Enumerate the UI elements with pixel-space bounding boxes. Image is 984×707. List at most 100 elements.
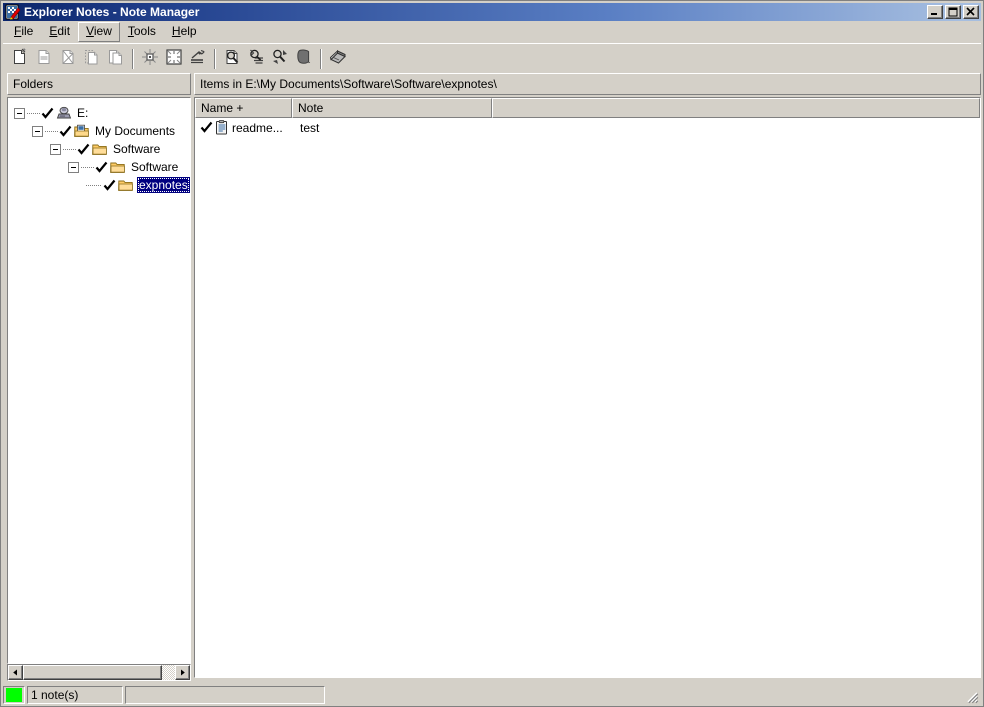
toolbar <box>3 43 981 73</box>
menu-file[interactable]: File <box>6 22 41 42</box>
edit-note-icon <box>35 48 53 69</box>
paste-note-button[interactable] <box>104 47 128 71</box>
find-next-button[interactable] <box>244 47 268 71</box>
notes-button[interactable] <box>292 47 316 71</box>
tree-item-software-2[interactable]: Software <box>14 158 190 176</box>
separator-1 <box>132 48 134 69</box>
menu-tools[interactable]: Tools <box>120 22 164 42</box>
tree-item-label-selected: expnotes <box>137 177 190 193</box>
help-button[interactable] <box>326 47 350 71</box>
folder-open-icon <box>92 142 108 156</box>
menu-help[interactable]: Help <box>164 22 205 42</box>
column-header-name[interactable]: Name + <box>195 98 292 118</box>
note-blob-icon <box>295 48 313 69</box>
checkmark-icon <box>77 143 90 156</box>
checkmark-icon <box>59 125 72 138</box>
column-header-note[interactable]: Note <box>292 98 492 118</box>
new-note-button[interactable] <box>8 47 32 71</box>
folders-panel-header: Folders <box>7 73 191 95</box>
tree-item-expnotes[interactable]: expnotes <box>14 176 190 194</box>
properties-button[interactable] <box>186 47 210 71</box>
scroll-track[interactable] <box>23 665 175 680</box>
tree-line <box>27 112 40 114</box>
cell-name-text: readme... <box>232 120 283 135</box>
find-button[interactable] <box>220 47 244 71</box>
book-help-icon <box>329 48 347 69</box>
checkmark-icon <box>41 107 54 120</box>
tree-item-label: Software <box>113 142 161 156</box>
find-in-list-icon <box>247 48 265 69</box>
refresh-scan-button[interactable] <box>268 47 292 71</box>
caption-buttons <box>927 5 979 19</box>
collapse-all-button[interactable] <box>138 47 162 71</box>
collapse-all-icon <box>141 48 159 69</box>
expand-all-button[interactable] <box>162 47 186 71</box>
list-column-header: Name + Note <box>195 98 980 118</box>
status-led-pane <box>3 686 25 704</box>
delete-note-icon <box>59 48 77 69</box>
checkmark-icon <box>95 161 108 174</box>
minimize-button[interactable] <box>927 5 943 19</box>
expander-minus-icon[interactable] <box>68 161 79 173</box>
drive-icon <box>56 106 72 120</box>
tree-item-label: My Documents <box>95 124 176 138</box>
paste-note-icon <box>107 48 125 69</box>
menu-edit[interactable]: Edit <box>41 22 78 42</box>
separator-2 <box>214 48 216 69</box>
folders-tree-pane[interactable]: E: My Documents Software Software expnot… <box>7 97 191 664</box>
copy-note-button[interactable] <box>80 47 104 71</box>
application-window: Explorer Notes - Note Manager File Edit … <box>0 0 984 707</box>
tree-line <box>81 166 94 168</box>
expander-minus-icon[interactable] <box>32 125 43 137</box>
expander-minus-icon[interactable] <box>14 107 25 119</box>
folder-open-icon <box>118 178 134 192</box>
title-bar: Explorer Notes - Note Manager <box>3 3 981 21</box>
column-header-blank[interactable] <box>492 98 980 118</box>
note-document-icon <box>214 120 229 135</box>
delete-note-button[interactable] <box>56 47 80 71</box>
folder-open-icon <box>110 160 126 174</box>
cell-blank <box>492 118 980 137</box>
new-note-icon <box>11 48 29 69</box>
folder-tree: E: My Documents Software Software expnot… <box>8 98 190 194</box>
list-rows: readme... test <box>195 118 980 137</box>
status-bar: 1 note(s) <box>3 685 981 705</box>
tree-line <box>45 130 58 132</box>
status-filler-pane <box>327 686 965 704</box>
copy-note-icon <box>83 48 101 69</box>
folders-horizontal-scrollbar[interactable] <box>7 664 191 681</box>
tree-item-my-documents[interactable]: My Documents <box>14 122 190 140</box>
status-message-pane <box>125 686 325 704</box>
cell-note: test <box>300 120 320 135</box>
scroll-left-button[interactable] <box>8 665 23 680</box>
table-row[interactable]: readme... test <box>195 118 980 137</box>
expander-minus-icon[interactable] <box>50 143 61 155</box>
status-led-icon <box>6 688 22 702</box>
items-list-pane[interactable]: Name + Note readme... test <box>194 97 981 678</box>
menu-view[interactable]: View <box>78 22 120 42</box>
my-documents-folder-icon <box>74 124 90 138</box>
tree-item-label: E: <box>77 106 89 120</box>
tree-line <box>86 184 102 186</box>
tree-item-software-1[interactable]: Software <box>14 140 190 158</box>
scroll-thumb[interactable] <box>23 665 162 680</box>
cell-name: readme... <box>195 118 292 137</box>
notepad-pen-icon <box>5 4 21 20</box>
resize-grip[interactable] <box>965 690 979 704</box>
edit-note-button[interactable] <box>32 47 56 71</box>
maximize-button[interactable] <box>945 5 961 19</box>
find-note-icon <box>223 48 241 69</box>
tree-item-e-drive[interactable]: E: <box>14 104 190 122</box>
close-button[interactable] <box>963 5 979 19</box>
expand-all-icon <box>165 48 183 69</box>
menu-bar: File Edit View Tools Help <box>3 22 981 42</box>
checkmark-icon <box>103 179 116 192</box>
scan-icon <box>271 48 289 69</box>
checkmark-icon <box>199 121 213 135</box>
items-panel-header: Items in E:\My Documents\Software\Softwa… <box>194 73 981 95</box>
scroll-right-button[interactable] <box>175 665 190 680</box>
status-count-pane: 1 note(s) <box>27 686 123 704</box>
tree-item-label: Software <box>131 160 179 174</box>
separator-3 <box>320 48 322 69</box>
tree-line <box>63 148 76 150</box>
